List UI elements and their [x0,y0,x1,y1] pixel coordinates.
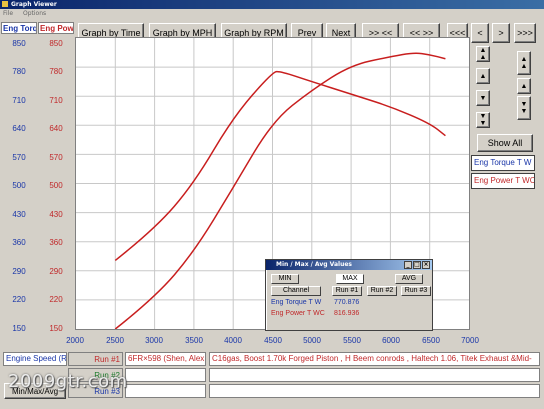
row2-channel: Eng Power T WC [271,310,325,317]
show-all-button[interactable]: Show All [477,134,533,152]
x-tick: 5000 [303,336,321,345]
legend-torque[interactable]: Eng Torque T W [471,155,535,171]
power-tick: 710 [49,96,63,105]
power-tick: 570 [49,153,63,162]
power-tick: 780 [49,67,63,76]
power-tick: 360 [49,238,63,247]
power-axis-header[interactable]: Eng Pow [38,22,74,34]
watermark: 2009gtr.com [8,371,128,392]
run3-name[interactable] [125,384,206,398]
close-icon[interactable]: × [422,261,430,269]
torque-tick: 290 [12,267,26,276]
x-tick: 5500 [343,336,361,345]
x-tick: 4000 [224,336,242,345]
x-tick: 7000 [461,336,479,345]
torque-tick: 500 [12,181,26,190]
x-tick: 2000 [66,336,84,345]
run3-description[interactable] [209,384,540,398]
forward-all-button[interactable]: >>> [514,23,536,43]
avg-button[interactable]: AVG [395,274,423,284]
torque-tick: 570 [12,153,26,162]
power-tick: 150 [49,324,63,333]
scroll-down-double-right[interactable]: ▼ ▼ [517,96,531,120]
min-max-avg-titlebar: Min / Max / Avg Values _ □ × [266,260,432,270]
scroll-up-right[interactable]: ▲ [517,78,531,94]
power-tick: 850 [49,39,63,48]
run1-description[interactable]: C16gas, Boost 1.70k Forged Piston , H Be… [209,352,540,366]
menu-bar: File Options [0,9,544,19]
scroll-down-double-left[interactable]: ▼ ▼ [476,112,490,128]
app-icon [2,1,8,7]
power-tick: 500 [49,181,63,190]
row1-channel: Eng Torque T W [271,299,322,306]
minimize-icon[interactable]: _ [404,261,412,269]
torque-tick: 710 [12,96,26,105]
run1-name[interactable]: 6FR×598 (Shen, Alex [125,352,206,366]
window-title: Graph Viewer [11,1,57,8]
min-max-avg-title: Min / Max / Avg Values [276,261,352,268]
run2-header: Run #2 [367,286,397,296]
row2-value: 816.936 [334,310,360,317]
menu-options[interactable]: Options [23,10,46,17]
run1-label: Run #1 [68,352,123,366]
x-channel-select[interactable]: Engine Speed (R [3,352,67,366]
torque-tick: 150 [12,324,26,333]
run2-name[interactable] [125,368,206,382]
power-tick: 290 [49,267,63,276]
scroll-up-double-right[interactable]: ▲ ▲ [517,51,531,75]
channel-header: Channel [271,286,321,296]
run1-header: Run #1 [332,286,362,296]
min-max-avg-window[interactable]: Min / Max / Avg Values _ □ × MIN MAX AVG… [265,259,433,331]
power-tick: 640 [49,124,63,133]
torque-tick: 360 [12,238,26,247]
scroll-up-double-left[interactable]: ▲ ▲ [476,46,490,62]
step-forward-button[interactable]: > [492,23,510,43]
x-tick: 6000 [382,336,400,345]
run3-header: Run #3 [401,286,431,296]
torque-axis-header[interactable]: Eng Torq [1,22,37,34]
x-tick: 4500 [264,336,282,345]
x-tick: 2500 [106,336,124,345]
torque-tick: 780 [12,67,26,76]
scroll-down-left[interactable]: ▼ [476,90,490,106]
torque-series-line [114,70,446,261]
row1-value: 770.876 [334,299,360,306]
x-tick: 3500 [185,336,203,345]
max-button[interactable]: MAX [336,274,364,284]
power-tick: 430 [49,210,63,219]
torque-tick: 640 [12,124,26,133]
legend-power[interactable]: Eng Power T WC [471,173,535,189]
run2-description[interactable] [209,368,540,382]
window-titlebar: Graph Viewer [0,0,544,9]
scroll-up-left[interactable]: ▲ [476,68,490,84]
menu-file[interactable]: File [3,10,13,17]
x-tick: 3000 [145,336,163,345]
min-button[interactable]: MIN [271,274,299,284]
step-back-button[interactable]: < [471,23,489,43]
maximize-icon[interactable]: □ [413,261,421,269]
torque-tick: 850 [12,39,26,48]
torque-tick: 220 [12,295,26,304]
torque-tick: 430 [12,210,26,219]
x-tick: 6500 [422,336,440,345]
power-tick: 220 [49,295,63,304]
